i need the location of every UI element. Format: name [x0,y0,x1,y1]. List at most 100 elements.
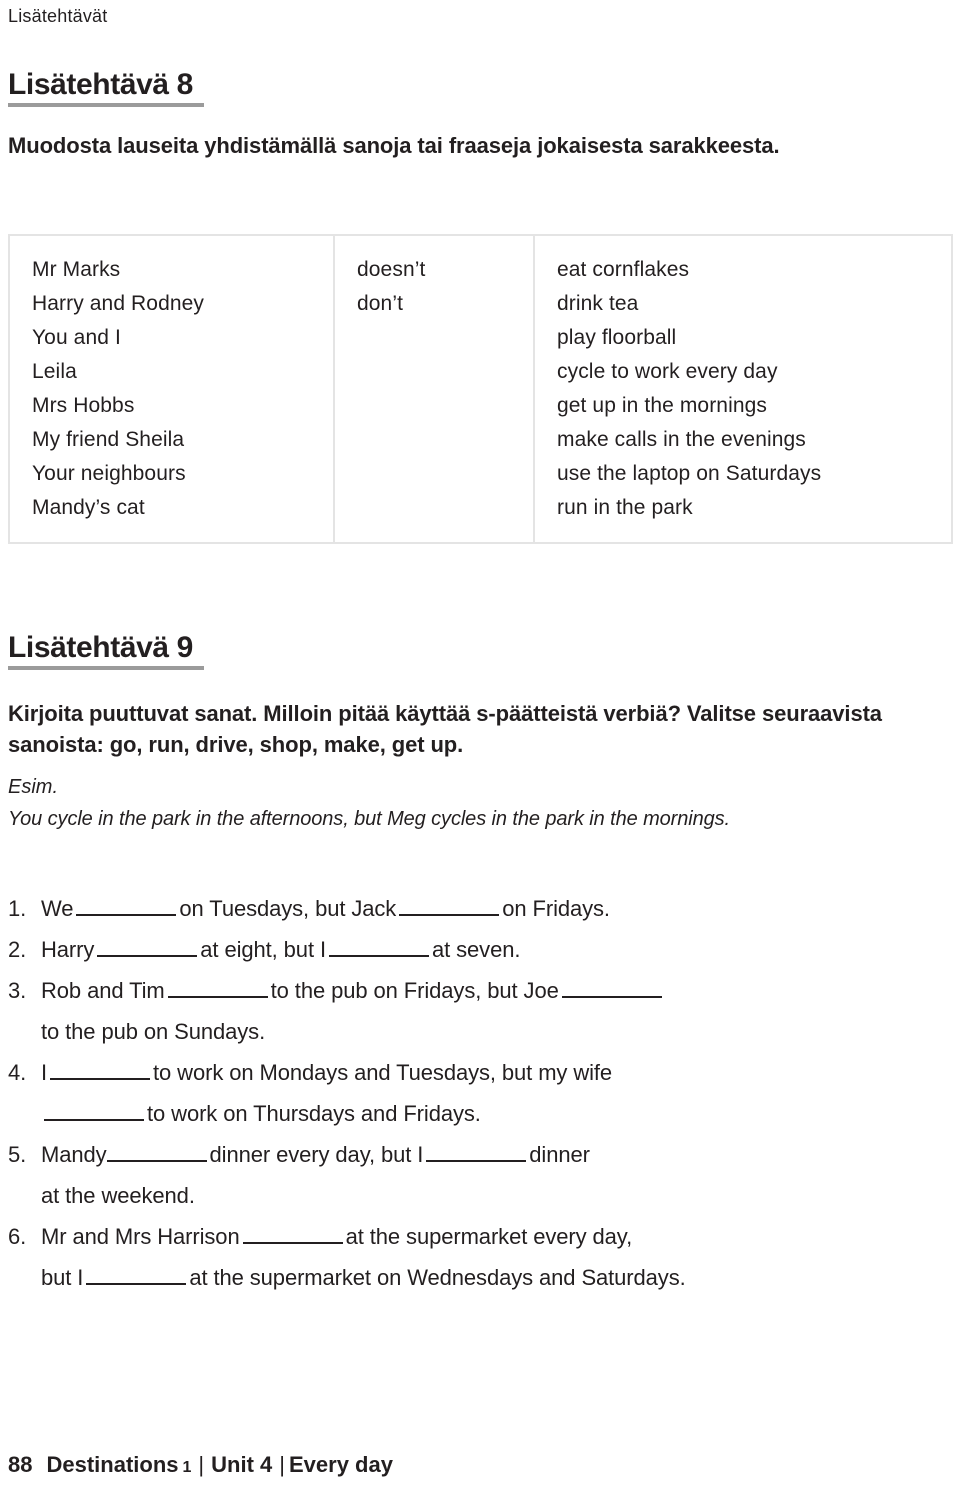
text-fragment: but I [41,1265,84,1290]
item-body: Ito work on Mondays and Tuesdays, but my… [41,1052,948,1134]
item-body: Mandy dinner every day, but I dinner at th… [41,1134,948,1216]
list-item: play floorball [557,326,677,349]
answer-blank[interactable] [44,1101,144,1121]
section-heading-8: Lisätehtävä 8 [8,68,204,107]
list-item: Mrs Hobbs [32,394,135,417]
answer-blank[interactable] [97,937,198,957]
item-line: to work on Thursdays and Fridays. [41,1093,948,1134]
list-item: cycle to work every day [557,360,778,383]
list-item: My friend Sheila [32,428,185,451]
text-fragment: Mr and Mrs Harrison [41,1224,240,1249]
exercise-item-2: 2. Harry at eight, but I at seven. [8,929,948,970]
footer-separator: | [198,1452,205,1477]
item-body: Mr and Mrs Harrison at the supermarket ev… [41,1216,948,1298]
item-line: to the pub on Sundays. [41,1011,948,1052]
answer-blank[interactable] [50,1060,151,1080]
answer-blank[interactable] [328,937,429,957]
book-number: 1 [182,1459,192,1476]
exercise-item-1: 1. We on Tuesdays, but Jack on Fridays. [8,888,948,929]
list-item: run in the park [557,496,693,519]
item-line: We on Tuesdays, but Jack on Fridays. [41,888,948,929]
item-line: at the weekend. [41,1175,948,1216]
item-number: 3. [8,978,27,1003]
item-number: 4. [8,1060,27,1085]
section-heading-8-text: Lisätehtävä 8 [8,68,193,101]
word-combination-table: Mr Marks Harry and Rodney You and I Leil… [8,234,953,544]
answer-blank[interactable] [426,1142,527,1162]
table-column-auxiliaries: doesn’t don’t [335,236,535,542]
footer-separator: | [279,1452,285,1477]
list-item: Mr Marks [32,258,121,281]
text-fragment: dinner [529,1142,590,1167]
page-footer: 88 Destinations 1 | Unit 4 | Every day [8,1452,393,1478]
list-item: use the laptop on Saturdays [557,462,822,485]
item-body: We on Tuesdays, but Jack on Fridays. [41,888,948,929]
list-item: Harry and Rodney [32,292,205,315]
text-fragment: to the pub on Fridays, but Joe [270,978,559,1003]
section-heading-9-text: Lisätehtävä 9 [8,631,193,664]
item-number: 1. [8,896,27,921]
item-line: Mr and Mrs Harrison at the supermarket ev… [41,1216,948,1257]
text-fragment: at the supermarket on Wednesdays and Sat… [189,1265,686,1290]
text-fragment: to work on Thursdays and Fridays. [147,1101,481,1126]
text-fragment: to work on Mondays and Tuesdays, but my … [153,1060,613,1085]
answer-blank[interactable] [242,1224,343,1244]
text-fragment: We [41,896,74,921]
item-number: 5. [8,1142,27,1167]
item-line: Mandy dinner every day, but I dinner [41,1134,948,1175]
table-column-predicates: eat cornflakes drink tea play floorball … [535,236,951,542]
text-fragment: on Tuesdays, but Jack [179,896,397,921]
text-fragment: at the supermarket every day, [345,1224,633,1249]
list-item: eat cornflakes [557,258,690,281]
document-page: Lisätehtävät Lisätehtävä 8 Muodosta laus… [0,0,960,1501]
instruction-8: Muodosta lauseita yhdistämällä sanoja ta… [8,133,780,158]
text-fragment: on Fridays. [502,896,610,921]
exercise-item-6: 6. Mr and Mrs Harrison at the supermarket… [8,1216,948,1298]
item-line: Rob and Tim to the pub on Fridays, but Jo… [41,970,948,1011]
item-line: Harry at eight, but I at seven. [41,929,948,970]
list-item: don’t [357,292,404,315]
text-fragment: Mandy [41,1142,107,1167]
item-body: Rob and Tim to the pub on Fridays, but Jo… [41,970,948,1052]
item-line: but I at the supermarket on Wednesdays an… [41,1257,948,1298]
heading-rule [8,666,204,670]
text-fragment: to the pub on Sundays. [41,1019,266,1044]
answer-blank[interactable] [106,1142,207,1162]
unit-label: Unit 4 [211,1452,273,1477]
heading-rule [8,103,204,107]
book-title: Destinations [46,1452,179,1477]
text-fragment: Harry [41,937,95,962]
list-item: doesn’t [357,258,426,281]
answer-blank[interactable] [561,978,662,998]
section-heading-9: Lisätehtävä 9 [8,631,204,670]
answer-blank[interactable] [167,978,268,998]
exercise-item-4: 4. Ito work on Mondays and Tuesdays, but… [8,1052,948,1134]
text-fragment: at seven. [431,937,521,962]
text-fragment: at eight, but I [200,937,326,962]
text-fragment: dinner every day, but I [209,1142,424,1167]
list-item: Mandy’s cat [32,496,145,519]
answer-blank[interactable] [399,896,500,916]
item-number: 2. [8,937,27,962]
text-fragment: at the weekend. [41,1183,195,1208]
running-head: Lisätehtävät [8,6,108,26]
page-number: 88 [8,1452,33,1477]
answer-blank[interactable] [86,1265,187,1285]
topic-label: Every day [288,1452,393,1477]
text-fragment: I [41,1060,48,1085]
list-item: You and I [32,326,121,349]
list-item: get up in the mornings [557,394,767,417]
exercise-item-5: 5. Mandy dinner every day, but I dinner at… [8,1134,948,1216]
list-item: make calls in the evenings [557,428,806,451]
exercise-list: 1. We on Tuesdays, but Jack on Fridays. 2.… [8,888,948,1298]
table-column-subjects: Mr Marks Harry and Rodney You and I Leil… [10,236,335,542]
instruction-9: Kirjoita puuttuvat sanat. Milloin pitää … [8,701,882,757]
example-sentence: You cycle in the park in the afternoons,… [8,808,731,830]
item-number: 6. [8,1224,27,1249]
example-label: Esim. [8,776,58,798]
item-body: Harry at eight, but I at seven. [41,929,948,970]
item-line: Ito work on Mondays and Tuesdays, but my… [41,1052,948,1093]
exercise-item-3: 3. Rob and Tim to the pub on Fridays, but… [8,970,948,1052]
answer-blank[interactable] [76,896,177,916]
list-item: Leila [32,360,77,383]
